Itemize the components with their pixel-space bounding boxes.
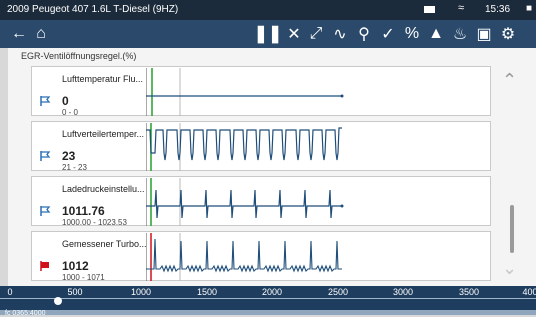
parameter-name: Ladedruckeinstellu... (62, 184, 145, 194)
parameter-name: Luftverteilertemper... (62, 129, 145, 139)
timeline-label: 500 (67, 287, 83, 297)
graph-icon[interactable]: ∿ (329, 22, 351, 46)
bell-icon[interactable]: ♨ (449, 22, 471, 46)
status-bar: 2009 Peugeot 407 1.6L T-Diesel (9HZ) ≈ 1… (0, 0, 536, 20)
blue-flag-icon[interactable] (39, 150, 51, 162)
parameter-card[interactable]: Luftverteilertemper... 23 21 - 23 (31, 121, 491, 172)
battery-icon (424, 6, 435, 13)
lock-icon[interactable]: ▲ (425, 22, 447, 46)
blue-flag-icon[interactable] (39, 95, 51, 107)
scrollbar[interactable] (510, 205, 514, 253)
parameter-range: 1000 - 1071 (62, 273, 105, 282)
home-icon[interactable]: ⌂ (30, 22, 52, 46)
toolbar: ← ⌂ ❚❚ ✕ ⤢ ∿ ⚲ ✓ % ▲ ♨ ▣ ⚙ (0, 20, 536, 48)
scroll-down-chevron-icon[interactable]: ⌄ (502, 258, 517, 279)
settings-icon[interactable]: ⚙ (497, 22, 519, 46)
check-icon[interactable]: ✓ (377, 22, 399, 46)
parameter-name: Lufttemperatur Flu... (62, 74, 144, 84)
red-flag-icon[interactable] (39, 260, 51, 272)
vehicle-title: 2009 Peugeot 407 1.6L T-Diesel (9HZ) (7, 4, 179, 15)
parameter-range: 0 - 0 (62, 108, 79, 117)
parameter-value: 23 (62, 149, 76, 163)
parameter-value: 1012 (62, 259, 89, 273)
timeline-selection: fc 0365:4000 (5, 310, 46, 317)
timeline-handle[interactable] (54, 297, 62, 305)
clock: 15:36 (485, 4, 511, 15)
parameter-graph (146, 233, 342, 281)
wifi-icon: ≈ (458, 2, 465, 14)
parameter-graph (146, 178, 344, 226)
save-icon[interactable]: ▣ (473, 22, 495, 46)
parameter-value: 1011.76 (62, 204, 105, 218)
parameter-card[interactable]: Lufttemperatur Flu... 0 0 - 0 (31, 66, 491, 117)
zoom-icon[interactable]: ⚲ (353, 22, 375, 46)
timeline-track[interactable] (0, 298, 536, 299)
timeline-label: 3000 (392, 287, 414, 297)
parameter-name: Gemessener Turbo... (62, 239, 147, 249)
parameter-range: 21 - 23 (62, 163, 87, 172)
parameter-card[interactable]: Gemessener Turbo... 1012 1000 - 1071 (31, 231, 491, 282)
timeline-label: 1000 (130, 287, 152, 297)
timeline-label: 1500 (196, 287, 218, 297)
parameter-graph (146, 68, 344, 116)
percent-icon[interactable]: % (401, 22, 423, 46)
expand-icon[interactable]: ⤢ (305, 22, 327, 46)
back-arrow-icon[interactable]: ← (8, 22, 30, 46)
parameter-value: 0 (62, 94, 69, 108)
timeline-scrubber[interactable]: 0 500 1000 1500 2000 2500 3000 3500 400 … (0, 286, 536, 317)
blue-flag-icon[interactable] (39, 205, 51, 217)
timeline-label: 400 (522, 287, 536, 297)
scroll-up-chevron-icon[interactable]: ⌃ (502, 70, 517, 91)
timeline-label: 3500 (458, 287, 480, 297)
lock-icon: ■ (526, 3, 533, 14)
close-icon[interactable]: ✕ (283, 22, 305, 46)
section-header: EGR-Ventilöffnungsregel.(%) (21, 51, 137, 61)
timeline-range-bar (0, 310, 536, 315)
timeline-label: 2000 (261, 287, 283, 297)
parameter-graph (146, 123, 342, 171)
timeline-label: 0 (7, 287, 13, 297)
pause-icon[interactable]: ❚❚ (254, 22, 283, 46)
parameter-card[interactable]: Ladedruckeinstellu... 1011.76 1000.00 - … (31, 176, 491, 227)
timeline-label: 2500 (327, 287, 349, 297)
parameter-range: 1000.00 - 1023.53 (62, 218, 127, 227)
